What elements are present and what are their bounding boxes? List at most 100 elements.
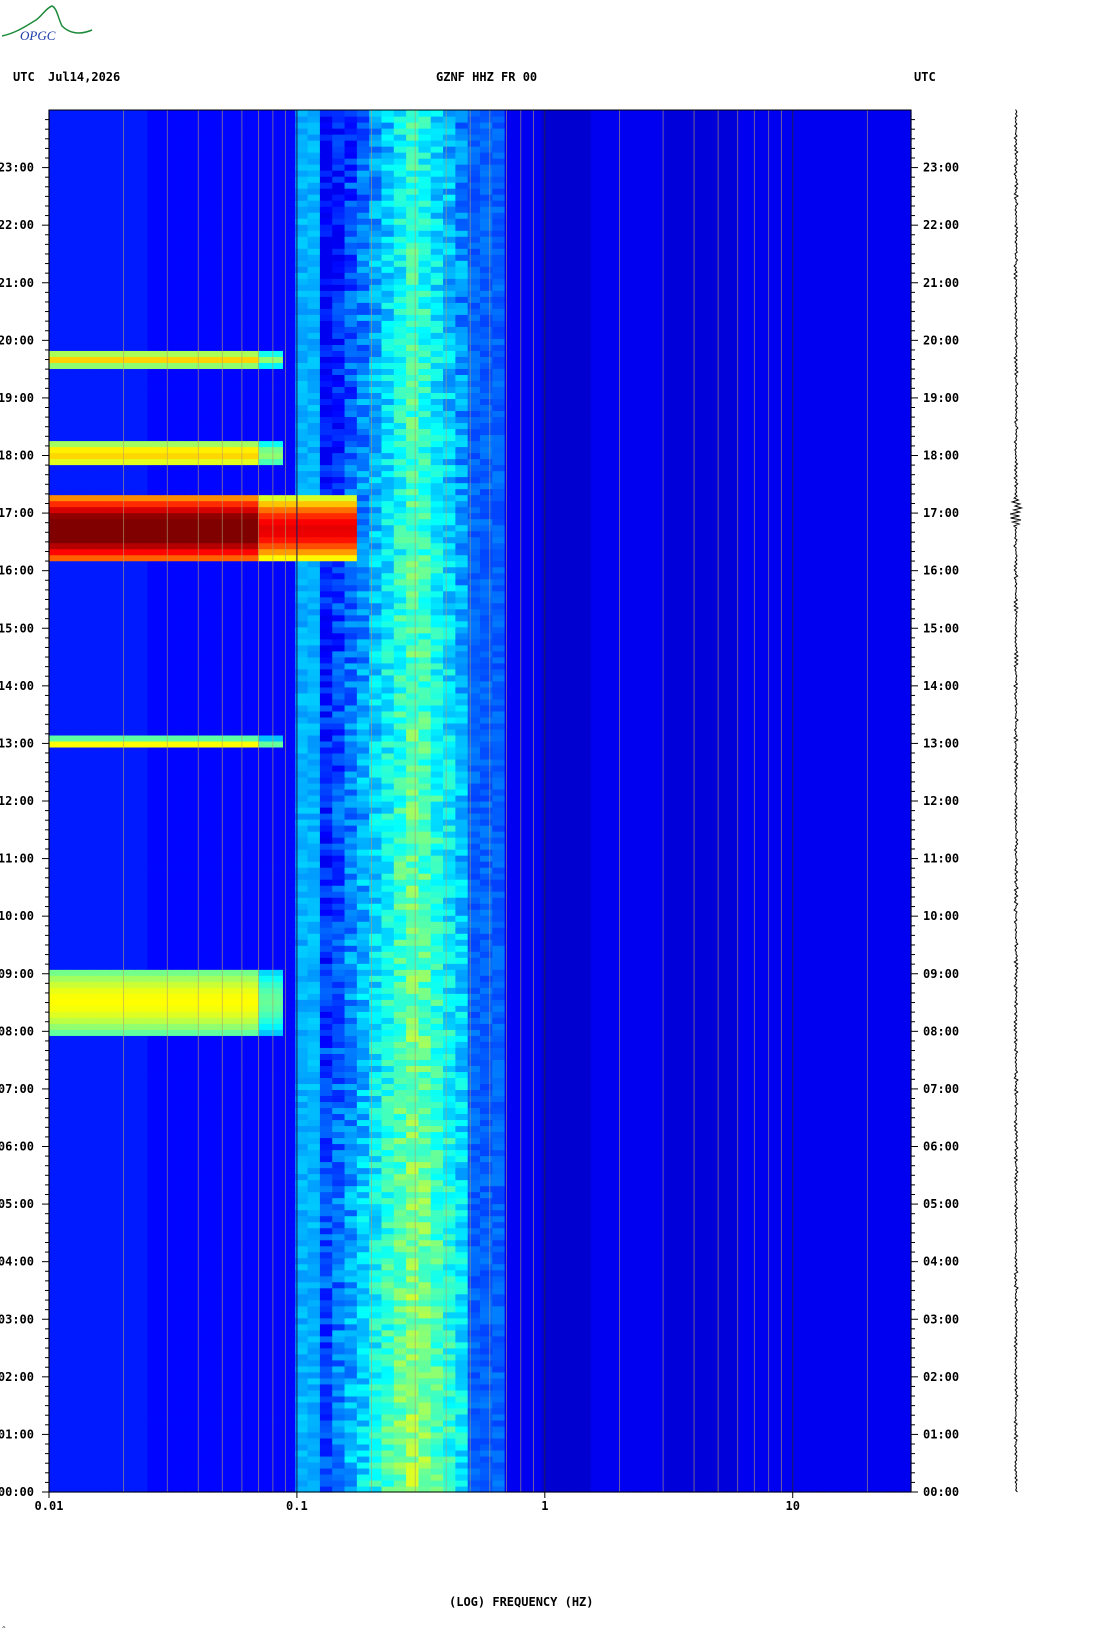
heatmap-cell	[455, 1210, 468, 1217]
heatmap-cell	[246, 1192, 259, 1199]
heatmap-cell	[111, 1174, 124, 1181]
heatmap-cell	[714, 1318, 727, 1325]
heatmap-cell	[665, 1324, 678, 1331]
heatmap-cell	[332, 1156, 345, 1163]
heatmap-cell	[258, 1174, 271, 1181]
heatmap-cell	[615, 1366, 628, 1373]
heatmap-cell	[492, 1107, 505, 1114]
heatmap-cell	[579, 1234, 592, 1241]
heatmap-cell	[579, 1264, 592, 1271]
heatmap-cell	[455, 1462, 468, 1469]
heatmap-cell	[455, 1390, 468, 1397]
heatmap-cell	[246, 1474, 259, 1481]
heatmap-cell	[579, 1462, 592, 1469]
heatmap-cell	[800, 1450, 813, 1457]
heatmap-cell	[246, 1168, 259, 1175]
heatmap-cell	[98, 1204, 111, 1211]
heatmap-cell	[837, 1282, 850, 1289]
heatmap-cell	[800, 1414, 813, 1421]
heatmap-cell	[258, 1432, 271, 1439]
heatmap-cell	[345, 1336, 358, 1343]
heatmap-cell	[837, 1444, 850, 1451]
heatmap-cell	[874, 1294, 887, 1301]
heatmap-cell	[677, 1366, 690, 1373]
heatmap-cell	[283, 1384, 296, 1391]
heatmap-cell	[849, 1162, 862, 1169]
heatmap-cell	[369, 1119, 382, 1126]
heatmap-cell	[49, 1234, 62, 1241]
heatmap-cell	[160, 1426, 173, 1433]
heatmap-cell	[418, 1131, 431, 1138]
heatmap-cell	[332, 1294, 345, 1301]
heatmap-cell	[480, 1144, 493, 1151]
heatmap-cell	[800, 1174, 813, 1181]
heatmap-cell	[345, 1396, 358, 1403]
heatmap-cell	[837, 1156, 850, 1163]
heatmap-cell	[172, 1438, 185, 1445]
heatmap-cell	[677, 1462, 690, 1469]
heatmap-cell	[566, 1137, 579, 1144]
heatmap-cell	[135, 1083, 148, 1090]
heatmap-cell	[111, 1462, 124, 1469]
heatmap-cell	[702, 1150, 715, 1157]
heatmap-cell	[689, 1384, 702, 1391]
heatmap-cell	[283, 1354, 296, 1361]
heatmap-cell	[739, 1324, 752, 1331]
heatmap-cell	[283, 1137, 296, 1144]
heatmap-cell	[172, 1366, 185, 1373]
heatmap-cell	[812, 1312, 825, 1319]
heatmap-cell	[628, 1156, 641, 1163]
heatmap-cell	[665, 1282, 678, 1289]
heatmap-cell	[640, 1312, 653, 1319]
heatmap-cell	[615, 1119, 628, 1126]
heatmap-cell	[529, 1360, 542, 1367]
heatmap-cell	[468, 1318, 481, 1325]
heatmap-cell	[418, 1077, 431, 1084]
heatmap-cell	[86, 1246, 99, 1253]
heatmap-cell	[369, 1324, 382, 1331]
heatmap-cell	[800, 1276, 813, 1283]
heatmap-cell	[517, 1204, 530, 1211]
heatmap-cell	[492, 1288, 505, 1295]
heatmap-cell	[862, 1198, 875, 1205]
heatmap-cell	[184, 1252, 197, 1259]
heatmap-cell	[517, 1234, 530, 1241]
heatmap-cell	[492, 1192, 505, 1199]
heatmap-cell	[172, 1252, 185, 1259]
heatmap-cell	[591, 1264, 604, 1271]
heatmap-cell	[640, 1125, 653, 1132]
heatmap-cell	[49, 1294, 62, 1301]
heatmap-cell	[788, 1156, 801, 1163]
heatmap-cell	[320, 1119, 333, 1126]
heatmap-cell	[615, 1384, 628, 1391]
heatmap-cell	[874, 1210, 887, 1217]
heatmap-cell	[86, 1348, 99, 1355]
heatmap-cell	[603, 1378, 616, 1385]
heatmap-cell	[394, 1071, 407, 1078]
heatmap-cell	[591, 1077, 604, 1084]
heatmap-cell	[529, 1083, 542, 1090]
heatmap-cell	[234, 1216, 247, 1223]
heatmap-cell	[172, 1360, 185, 1367]
heatmap-cell	[812, 1438, 825, 1445]
heatmap-cell	[714, 1288, 727, 1295]
heatmap-cell	[603, 1384, 616, 1391]
heatmap-cell	[443, 1450, 456, 1457]
heatmap-cell	[74, 1107, 87, 1114]
heatmap-cell	[455, 1318, 468, 1325]
heatmap-cell	[849, 1125, 862, 1132]
heatmap-cell	[49, 1456, 62, 1463]
heatmap-cell	[837, 1468, 850, 1475]
heatmap-cell	[776, 1065, 789, 1072]
heatmap-cell	[480, 1306, 493, 1313]
heatmap-cell	[726, 1372, 739, 1379]
heatmap-cell	[849, 1276, 862, 1283]
heatmap-cell	[283, 1288, 296, 1295]
heatmap-cell	[308, 1083, 321, 1090]
heatmap-cell	[443, 1378, 456, 1385]
heatmap-cell	[332, 1107, 345, 1114]
heatmap-cell	[776, 1384, 789, 1391]
heatmap-cell	[86, 1324, 99, 1331]
heatmap-cell	[542, 1065, 555, 1072]
heatmap-cell	[308, 1474, 321, 1481]
